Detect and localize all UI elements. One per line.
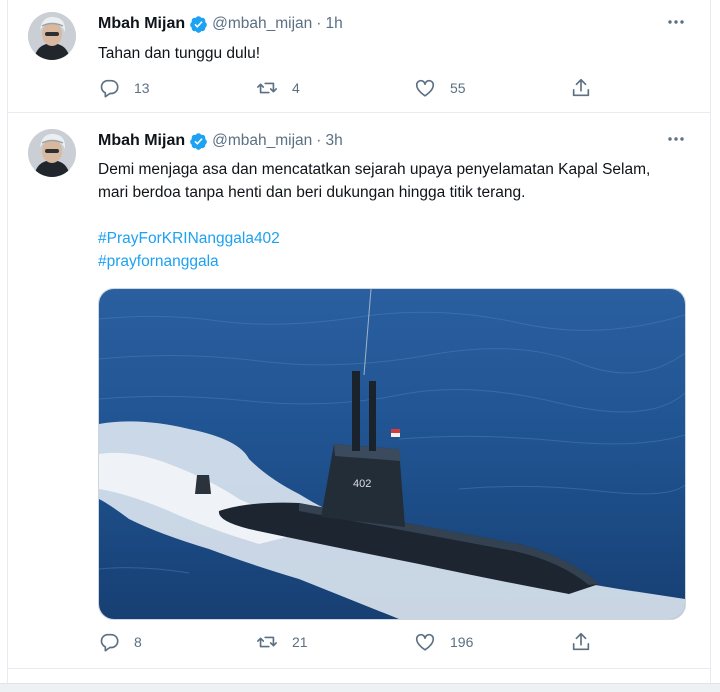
- retweet-icon: [257, 82, 277, 94]
- reply-button[interactable]: 13: [98, 76, 150, 100]
- tweet-time[interactable]: 1h: [325, 15, 342, 33]
- tweet[interactable]: Mbah Mijan @mbah_mijan · 1h Tahan dan tu…: [8, 0, 710, 113]
- separator: ·: [316, 15, 322, 32]
- more-icon: [668, 137, 684, 141]
- separator: ·: [316, 132, 322, 149]
- tweet-actions: 13 4 55: [98, 76, 618, 100]
- like-button[interactable]: 55: [414, 76, 466, 100]
- like-button[interactable]: 196: [414, 630, 473, 654]
- hull-number: 402: [353, 478, 371, 490]
- tweet-actions: 8 21 196: [98, 630, 618, 654]
- tweet-time[interactable]: 3h: [325, 132, 342, 150]
- tweet-text: Demi menjaga asa dan mencatatkan sejarah…: [98, 158, 668, 273]
- retweet-icon: [257, 636, 277, 648]
- share-icon: [572, 632, 590, 651]
- more-icon: [668, 20, 684, 24]
- tweet-text: Tahan dan tunggu dulu!: [98, 45, 261, 62]
- like-count: 55: [450, 80, 466, 96]
- tweet-media-image[interactable]: 402: [98, 288, 686, 620]
- verified-badge-icon: [190, 132, 207, 150]
- author-handle[interactable]: @mbah_mijan: [212, 15, 312, 33]
- reply-icon: [100, 633, 119, 652]
- share-icon: [572, 78, 590, 97]
- avatar[interactable]: [28, 129, 76, 177]
- author-handle[interactable]: @mbah_mijan: [212, 132, 312, 150]
- submarine-photo: 402: [99, 289, 685, 619]
- reply-count: 8: [134, 634, 142, 650]
- tweet-header: Mbah Mijan @mbah_mijan · 3h: [98, 131, 343, 151]
- retweet-button[interactable]: 4: [256, 76, 300, 100]
- author-name[interactable]: Mbah Mijan: [98, 132, 185, 150]
- hashtag-link[interactable]: #prayfornanggala: [98, 250, 668, 273]
- tweet-header: Mbah Mijan @mbah_mijan · 1h: [98, 14, 343, 34]
- share-button[interactable]: [570, 76, 592, 100]
- tweet-body: Demi menjaga asa dan mencatatkan sejarah…: [98, 161, 651, 201]
- author-name[interactable]: Mbah Mijan: [98, 15, 185, 33]
- retweet-count: 21: [292, 634, 308, 650]
- reply-button[interactable]: 8: [98, 630, 142, 654]
- reply-icon: [100, 79, 119, 98]
- timeline-right-border: [710, 0, 711, 691]
- verified-badge-icon: [190, 15, 207, 33]
- hashtag-link[interactable]: #PrayForKRINanggala402: [98, 227, 668, 250]
- more-button[interactable]: [666, 129, 686, 149]
- avatar-image: [28, 129, 76, 177]
- retweet-button[interactable]: 21: [256, 630, 308, 654]
- more-button[interactable]: [666, 12, 686, 32]
- share-button[interactable]: [570, 630, 592, 654]
- tweet[interactable]: Mbah Mijan @mbah_mijan · 3h Demi menjaga…: [8, 113, 710, 669]
- avatar-image: [28, 12, 76, 60]
- avatar[interactable]: [28, 12, 76, 60]
- retweet-count: 4: [292, 80, 300, 96]
- like-count: 196: [450, 634, 474, 650]
- like-icon: [415, 633, 435, 651]
- reply-count: 13: [134, 80, 150, 96]
- like-icon: [415, 79, 435, 97]
